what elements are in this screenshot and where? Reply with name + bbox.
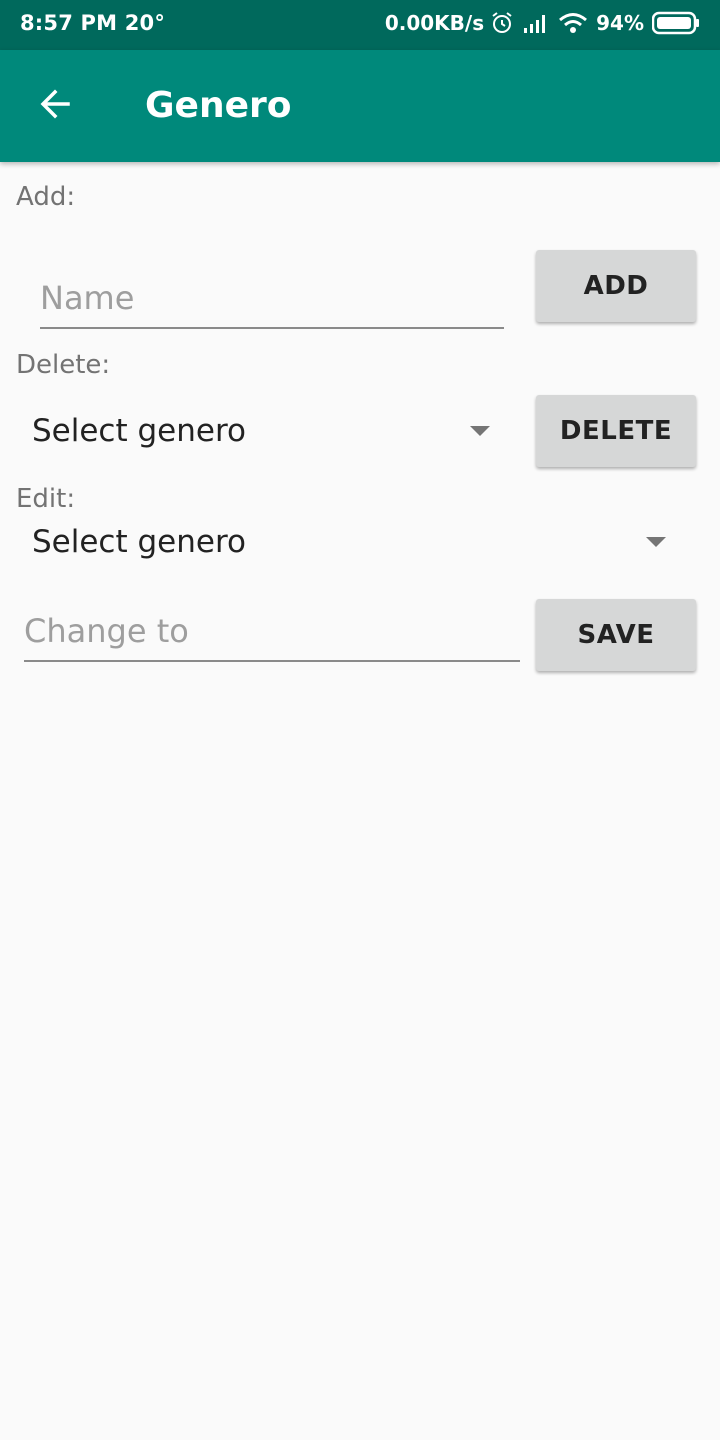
save-button[interactable]: SAVE (536, 599, 696, 671)
status-left: 8:57 PM 20° (20, 11, 165, 35)
battery-percent: 94% (596, 11, 644, 35)
status-temperature: 20° (124, 11, 166, 35)
app-toolbar: Genero (0, 50, 720, 162)
edit-spinner-selected: Select genero (32, 524, 246, 560)
delete-genero-spinner[interactable]: Select genero (32, 413, 246, 449)
name-input[interactable] (40, 276, 504, 329)
status-time: 8:57 PM (20, 11, 118, 35)
arrow-left-icon (38, 86, 74, 126)
status-bar: 8:57 PM 20° 0.00KB/s 94% (0, 0, 720, 50)
edit-genero-spinner[interactable]: Select genero (32, 524, 246, 560)
battery-icon (652, 11, 700, 35)
add-button[interactable]: ADD (536, 250, 696, 322)
page-title: Genero (145, 85, 292, 126)
delete-label: Delete: (16, 350, 111, 380)
signal-icon (522, 12, 550, 34)
add-label: Add: (16, 182, 76, 212)
change-to-input[interactable] (24, 609, 520, 662)
delete-button[interactable]: DELETE (536, 395, 696, 467)
edit-label: Edit: (16, 484, 76, 514)
wifi-icon (558, 12, 588, 34)
back-button[interactable] (28, 78, 84, 134)
delete-spinner-selected: Select genero (32, 413, 246, 449)
edit-spinner-arrow-icon[interactable] (646, 537, 666, 547)
delete-spinner-arrow-icon[interactable] (470, 426, 490, 436)
network-speed: 0.00KB/s (384, 11, 485, 35)
status-right: 0.00KB/s 94% (385, 11, 700, 35)
alarm-icon (490, 11, 514, 35)
